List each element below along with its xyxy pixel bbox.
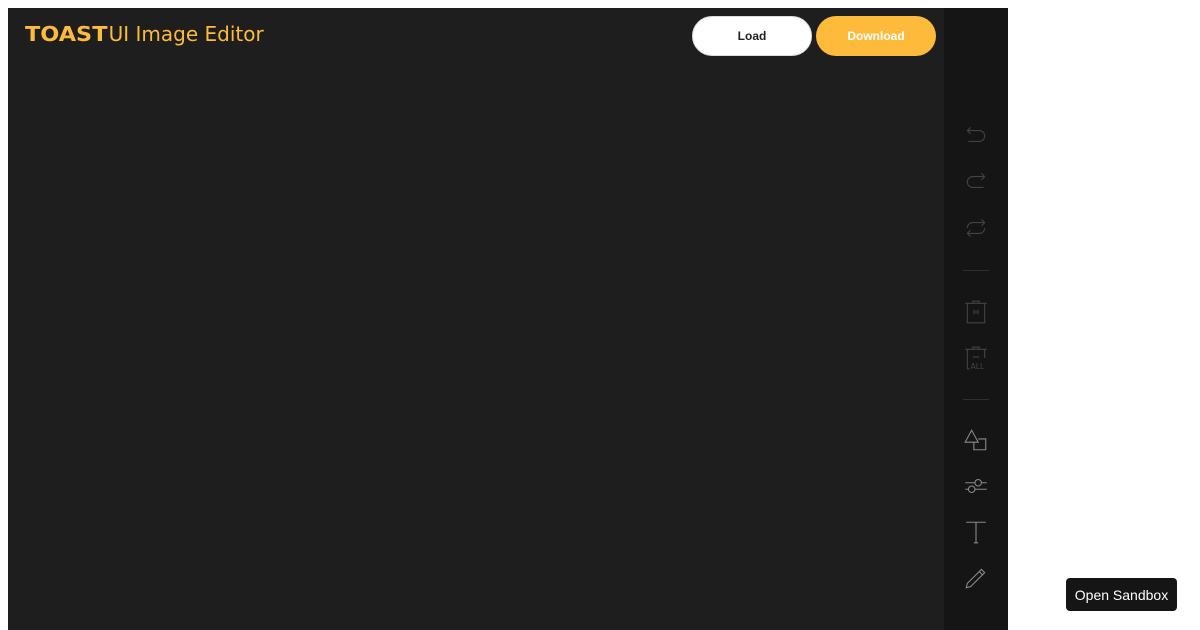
pencil-icon: [965, 568, 986, 589]
filter-button[interactable]: [960, 470, 992, 502]
shape-button[interactable]: [960, 424, 992, 456]
open-sandbox-button[interactable]: Open Sandbox: [1066, 578, 1177, 611]
editor-header: TOAST UI Image Editor Load Download: [8, 8, 944, 68]
delete-all-icon-text: ALL: [971, 362, 985, 371]
editor-menu: ALL: [944, 8, 1008, 630]
delete-icon: [965, 300, 987, 324]
shape-icon: [964, 429, 987, 451]
canvas-area[interactable]: [8, 68, 944, 630]
download-button[interactable]: Download: [816, 16, 936, 56]
load-button[interactable]: Load: [692, 16, 812, 56]
delete-all-button[interactable]: ALL: [960, 342, 992, 374]
text-icon: [966, 521, 986, 544]
delete-all-icon: ALL: [965, 346, 987, 371]
logo-product: UI Image Editor: [108, 22, 264, 46]
menu-divider: [963, 399, 989, 400]
logo: TOAST UI Image Editor: [25, 22, 264, 46]
redo-icon: [966, 172, 986, 188]
undo-button[interactable]: [960, 120, 992, 152]
filter-sliders-icon: [965, 478, 987, 494]
undo-icon: [966, 126, 986, 142]
logo-brand: TOAST: [25, 22, 108, 46]
reset-icon: [966, 218, 986, 238]
menu-divider: [963, 270, 989, 271]
reset-button[interactable]: [960, 212, 992, 244]
redo-button[interactable]: [960, 166, 992, 198]
draw-button[interactable]: [960, 562, 992, 594]
image-editor: TOAST UI Image Editor Load Download ALL: [8, 8, 1008, 630]
delete-button[interactable]: [960, 296, 992, 328]
text-button[interactable]: [960, 516, 992, 548]
